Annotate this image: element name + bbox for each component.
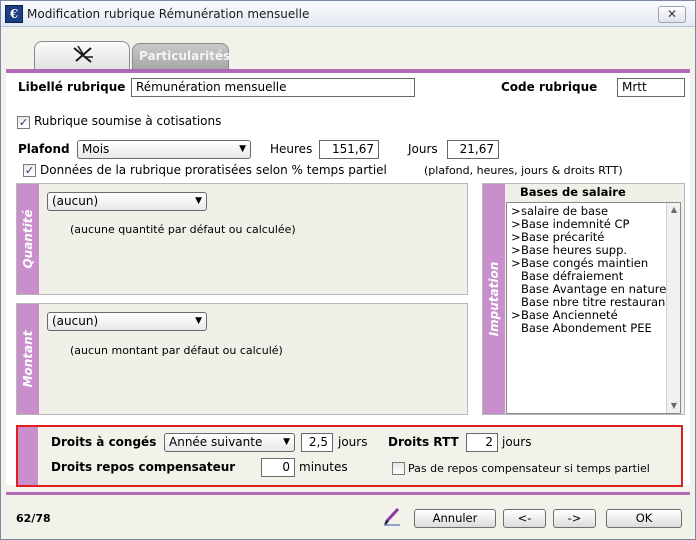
montant-tab-label: Montant bbox=[21, 330, 35, 388]
plafond-select-value: Mois bbox=[82, 142, 110, 156]
pencil-icon[interactable] bbox=[382, 506, 402, 526]
conges-select-value: Année suivante bbox=[169, 435, 263, 449]
heures-input[interactable]: 151,67 bbox=[319, 140, 379, 159]
scroll-up-icon[interactable]: ▲ bbox=[667, 203, 680, 217]
repos-check-label: Pas de repos compensateur si temps parti… bbox=[408, 462, 650, 475]
tab-general[interactable] bbox=[34, 41, 130, 69]
list-item-marker: > bbox=[511, 256, 521, 270]
list-item-label: Base heures supp. bbox=[521, 243, 628, 257]
chevron-down-icon: ▼ bbox=[283, 437, 290, 447]
rtt-label: Droits RTT bbox=[388, 435, 459, 449]
plafond-select[interactable]: Mois ▼ bbox=[77, 140, 251, 159]
list-item[interactable]: Base Abondement PEE bbox=[511, 322, 652, 335]
list-item-label: Base nbre titre restauran bbox=[521, 295, 666, 309]
list-item-label: Base indemnité CP bbox=[521, 217, 630, 231]
next-button[interactable]: -> bbox=[553, 509, 596, 528]
jours-input[interactable]: 21,67 bbox=[447, 140, 499, 159]
list-item-label: Base Abondement PEE bbox=[521, 321, 652, 335]
conges-input[interactable]: 2,5 bbox=[301, 433, 333, 452]
quantite-vertical-tab: Quantité bbox=[17, 184, 39, 294]
imputation-vertical-tab: Imputation bbox=[483, 184, 505, 414]
conges-unit: jours bbox=[338, 435, 368, 449]
prorata-label: Données de la rubrique proratisées selon… bbox=[40, 163, 387, 177]
montant-select-value: (aucun) bbox=[52, 314, 99, 328]
plafond-label: Plafond bbox=[18, 142, 70, 156]
prorata-checkbox[interactable]: ✓ bbox=[23, 164, 36, 177]
code-input[interactable]: Mrtt bbox=[617, 78, 685, 97]
quantite-tab-label: Quantité bbox=[21, 209, 35, 269]
heures-label: Heures bbox=[270, 142, 313, 156]
repos-checkbox[interactable] bbox=[392, 462, 405, 475]
chevron-down-icon: ▼ bbox=[239, 144, 246, 154]
quantite-select[interactable]: (aucun) ▼ bbox=[47, 192, 207, 211]
jours-label: Jours bbox=[408, 142, 438, 156]
repos-unit: minutes bbox=[299, 460, 348, 474]
cotisations-label: Rubrique soumise à cotisations bbox=[34, 114, 222, 128]
list-item-label: Base précarité bbox=[521, 230, 605, 244]
ok-button[interactable]: OK bbox=[606, 509, 682, 528]
libelle-label: Libellé rubrique bbox=[18, 80, 126, 94]
record-counter: 62/78 bbox=[16, 512, 51, 525]
dialog-window: € Modification rubrique Rémunération men… bbox=[0, 0, 696, 540]
tab-particularites-label: Particularités bbox=[139, 49, 231, 63]
list-item-label: Base défraiement bbox=[521, 269, 624, 283]
code-label: Code rubrique bbox=[501, 80, 598, 94]
list-item-marker: > bbox=[511, 308, 521, 322]
imputation-tab-label: Imputation bbox=[487, 261, 501, 337]
rtt-unit: jours bbox=[502, 435, 532, 449]
previous-button[interactable]: <- bbox=[503, 509, 546, 528]
annuler-button[interactable]: Annuler bbox=[414, 509, 496, 528]
list-item-label: Base Avantage en nature bbox=[521, 282, 667, 296]
rtt-input[interactable]: 2 bbox=[466, 433, 498, 452]
scroll-down-icon[interactable]: ▼ bbox=[667, 399, 680, 413]
repos-input[interactable]: 0 bbox=[261, 458, 295, 477]
conges-label: Droits à congés bbox=[51, 435, 157, 449]
bases-salaire-list[interactable]: >salaire de base >Base indemnité CP >Base … bbox=[506, 202, 681, 414]
libelle-input[interactable]: Rémunération mensuelle bbox=[131, 78, 415, 97]
title-bar: € Modification rubrique Rémunération men… bbox=[1, 1, 695, 27]
list-item-label: Base Ancienneté bbox=[521, 308, 618, 322]
droits-side-band bbox=[18, 427, 38, 485]
quantite-select-value: (aucun) bbox=[52, 194, 99, 208]
quantite-note: (aucune quantité par défaut ou calculée) bbox=[70, 223, 296, 236]
cotisations-checkbox[interactable]: ✓ bbox=[17, 116, 30, 129]
list-scrollbar[interactable]: ▲ ▼ bbox=[666, 203, 680, 413]
montant-select[interactable]: (aucun) ▼ bbox=[47, 312, 207, 331]
bases-list-title: Bases de salaire bbox=[520, 185, 626, 199]
chevron-down-icon: ▼ bbox=[195, 196, 202, 206]
list-item-label: salaire de base bbox=[521, 204, 609, 218]
conges-select[interactable]: Année suivante ▼ bbox=[164, 433, 295, 452]
montant-note: (aucun montant par défaut ou calculé) bbox=[70, 344, 283, 357]
chevron-down-icon: ▼ bbox=[195, 316, 202, 326]
prorata-note: (plafond, heures, jours & droits RTT) bbox=[424, 164, 623, 177]
close-button[interactable]: ✕ bbox=[658, 6, 686, 23]
window-title: Modification rubrique Rémunération mensu… bbox=[27, 7, 310, 21]
bottom-accent-band bbox=[6, 492, 690, 495]
repos-label: Droits repos compensateur bbox=[51, 460, 236, 474]
scissors-tool-icon bbox=[73, 45, 93, 63]
app-logo-icon: € bbox=[5, 5, 23, 23]
montant-vertical-tab: Montant bbox=[17, 304, 39, 414]
tab-particularites[interactable]: Particularités bbox=[132, 43, 231, 69]
list-item-label: Base congés maintien bbox=[521, 256, 649, 270]
